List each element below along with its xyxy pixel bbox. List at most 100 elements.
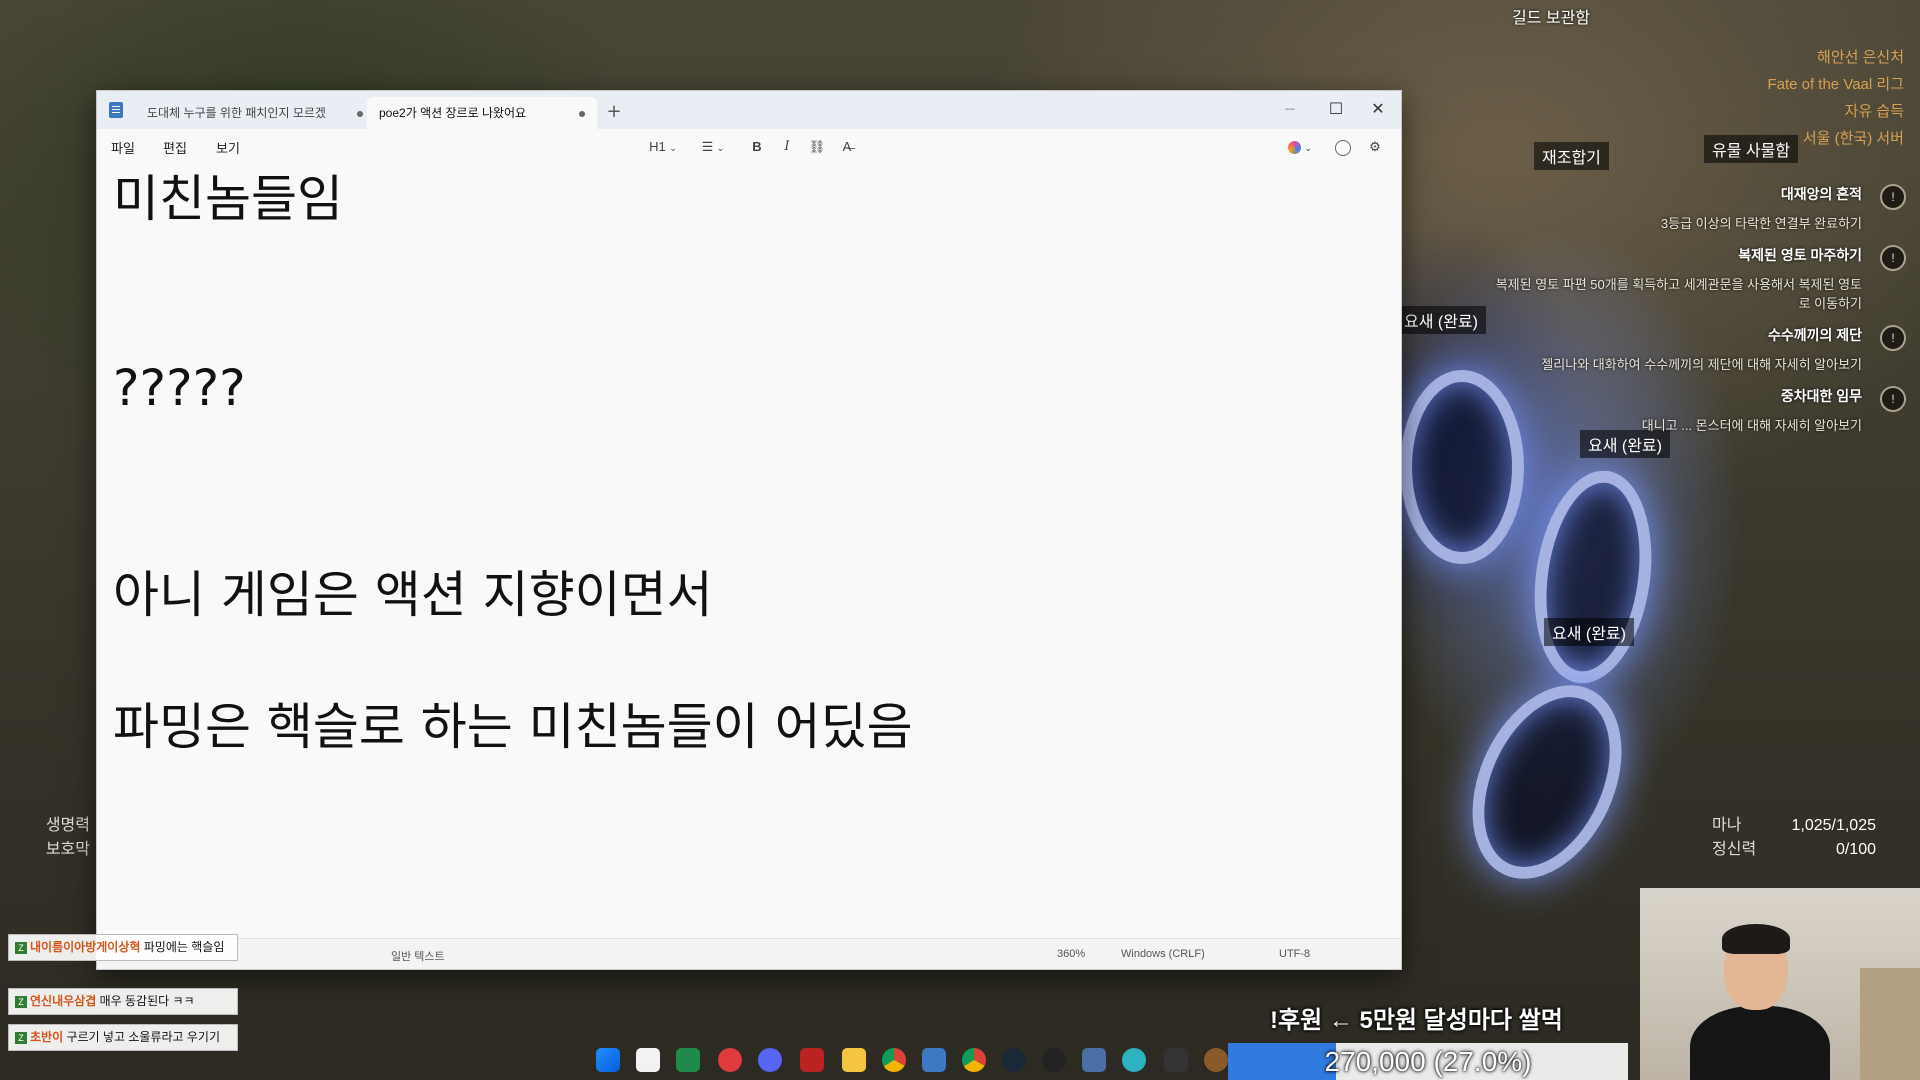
heading-label: H1 [649, 139, 666, 154]
voicemeeter-icon[interactable] [800, 1048, 824, 1072]
close-button[interactable]: ✕ [1355, 91, 1401, 129]
notepad-window[interactable]: 도대체 누구를 위한 패치인지 모르겠 poe2가 액션 장르로 나왔어요 + … [96, 90, 1402, 970]
chat-text: 구르기 넣고 소울류라고 우기기 [66, 1030, 220, 1044]
quest-tracker: ! 대재앙의 흔적 3등급 이상의 타락한 연결부 완료하기 ! 복제된 영토 … [1346, 184, 1906, 447]
unsaved-dot-icon [357, 111, 363, 117]
title-bar[interactable]: 도대체 누구를 위한 패치인지 모르겠 poe2가 액션 장르로 나왔어요 + … [97, 91, 1401, 129]
quest-item[interactable]: ! 중차대한 임무 대니고 ... 몬스터에 대해 자세히 알아보기 [1346, 386, 1906, 435]
calculator-icon[interactable] [1082, 1048, 1106, 1072]
file-icon[interactable] [636, 1048, 660, 1072]
line-ending[interactable]: Windows (CRLF) [1121, 948, 1205, 960]
quest-desc: 복제된 영토 파편 50개를 획득하고 세계관문을 사용해서 복제된 영토로 이… [1495, 277, 1862, 311]
quest-desc: 3등급 이상의 타락한 연결부 완료하기 [1660, 216, 1862, 231]
bold-button[interactable]: B [747, 137, 767, 157]
league-name: Fate of the Vaal 리그 [1767, 76, 1904, 93]
tab-poe2-action[interactable]: poe2가 액션 장르로 나왔어요 [367, 97, 597, 129]
chat-message: Z 연신내우삼겹 매우 동감된다 ㅋㅋ [8, 988, 238, 1015]
menu-view[interactable]: 보기 [216, 138, 240, 157]
quest-desc: 젤리나와 대화하여 수수께끼의 제단에 대해 자세히 알아보기 [1541, 357, 1862, 372]
chrome-icon[interactable] [882, 1048, 906, 1072]
quest-item[interactable]: ! 수수께끼의 제단 젤리나와 대화하여 수수께끼의 제단에 대해 자세히 알아… [1346, 325, 1906, 374]
subscriber-badge-icon: Z [15, 1031, 27, 1044]
chat-message: Z 초반이 구르기 넣고 소울류라고 우기기 [8, 1024, 238, 1051]
tab-label: 도대체 누구를 위한 패치인지 모르겠 [147, 106, 326, 120]
donation-progress-text: 270,000 (27.0%) [1324, 1046, 1532, 1077]
game-launcher-icon[interactable] [1042, 1048, 1066, 1072]
editor-line: 미친놈들임 [113, 170, 343, 228]
tab-patch-note[interactable]: 도대체 누구를 위한 패치인지 모르겠 [135, 97, 375, 129]
folder-icon[interactable] [842, 1048, 866, 1072]
chat-text: 파밍에는 핵슬임 [143, 940, 225, 954]
browser-icon[interactable] [1122, 1048, 1146, 1072]
notepad-app-icon [109, 102, 123, 118]
editor-line: 파밍은 핵슬로 하는 미친놈들이 어딨음 [113, 698, 913, 756]
quest-info-icon[interactable]: ! [1880, 184, 1906, 210]
quest-info-icon[interactable]: ! [1880, 325, 1906, 351]
heading-dropdown[interactable]: H1 ⌄ [645, 137, 681, 157]
steam-icon[interactable] [1002, 1048, 1026, 1072]
chat-username: 내이름이아방게이상혁 [30, 940, 141, 954]
waypoint-label[interactable]: 요새 (완료) [1544, 618, 1634, 646]
excel-icon[interactable] [676, 1048, 700, 1072]
streamer [1690, 924, 1830, 1080]
spirit-value: 0/100 [1835, 841, 1876, 858]
spirit-label: 정신력 [1712, 841, 1757, 858]
zoom-level[interactable]: 360% [1057, 948, 1085, 960]
energy-shield-label: 보호막 [45, 841, 90, 858]
editor-line: ????? [113, 359, 246, 417]
maximize-button[interactable]: ☐ [1313, 91, 1359, 129]
quest-info-icon[interactable]: ! [1880, 245, 1906, 271]
chrome-icon[interactable] [962, 1048, 986, 1072]
quest-info-icon[interactable]: ! [1880, 386, 1906, 412]
loot-mode: 자유 습득 [1844, 103, 1904, 120]
account-button[interactable] [1333, 137, 1353, 157]
crafting-bench-label[interactable]: 재조합기 [1534, 142, 1609, 170]
quest-title: 중차대한 임무 [1780, 388, 1862, 404]
list-icon: ☰ [701, 139, 714, 154]
donation-note: !후원 ← 5만원 달성마다 쌀먹 [1270, 1007, 1563, 1034]
server-region: 서울 (한국) 서버 [1802, 130, 1904, 147]
chair [1860, 968, 1920, 1080]
link-button[interactable]: ⛓ [807, 137, 827, 157]
discord-icon[interactable] [758, 1048, 782, 1072]
taskbar [580, 1038, 1280, 1080]
chat-message: Z 내이름이아방게이상혁 파밍에는 핵슬임 [8, 934, 238, 961]
server-info: 해안선 은신처 Fate of the Vaal 리그 자유 습득 서울 (한국… [1767, 44, 1904, 152]
encoding[interactable]: UTF-8 [1279, 948, 1310, 960]
copilot-icon [1287, 141, 1301, 155]
text-editor[interactable]: 미친놈들임 ????? 아니 게임은 액션 지향이면서 파밍은 핵슬로 하는 미… [97, 165, 1401, 939]
right-stats: 마나 1,025/1,025 정신력 0/100 [1712, 814, 1876, 862]
clapper-icon[interactable] [1164, 1048, 1188, 1072]
notepad-icon[interactable] [922, 1048, 946, 1072]
italic-button[interactable]: I [777, 137, 797, 157]
account-icon [1335, 139, 1351, 156]
webcam-overlay [1640, 888, 1920, 1080]
menu-edit[interactable]: 편집 [163, 138, 187, 157]
guild-storage-label[interactable]: 길드 보관함 [1504, 2, 1598, 30]
chat-username: 연신내우삼겹 [30, 994, 97, 1008]
minimize-button[interactable]: — [1267, 91, 1313, 129]
left-stats: 생명력 보호막 [44, 814, 90, 862]
chat-username: 초반이 [30, 1030, 64, 1044]
settings-button[interactable]: ⚙ [1365, 137, 1385, 157]
streamer-body [1690, 1006, 1830, 1080]
mana-label: 마나 [1712, 817, 1742, 834]
windows-start-icon[interactable] [596, 1048, 620, 1072]
streamer-hair [1722, 924, 1790, 954]
quest-item[interactable]: ! 복제된 영토 마주하기 복제된 영토 파편 50개를 획득하고 세계관문을 … [1346, 245, 1906, 313]
tab-label: poe2가 액션 장르로 나왔어요 [379, 106, 527, 120]
copilot-button[interactable]: ⌄ [1283, 137, 1317, 157]
new-tab-button[interactable]: + [599, 97, 629, 127]
chevron-down-icon: ⌄ [669, 143, 677, 153]
list-dropdown[interactable]: ☰ ⌄ [695, 137, 731, 157]
app-icon[interactable] [1204, 1048, 1228, 1072]
menu-file[interactable]: 파일 [111, 138, 135, 157]
mana-value: 1,025/1,025 [1791, 817, 1876, 834]
text-type[interactable]: 일반 텍스트 [391, 948, 445, 964]
pdf-icon[interactable] [718, 1048, 742, 1072]
clear-format-button[interactable]: A̶ [837, 137, 857, 157]
gear-icon: ⚙ [1369, 139, 1381, 154]
quest-item[interactable]: ! 대재앙의 흔적 3등급 이상의 타락한 연결부 완료하기 [1346, 184, 1906, 233]
hideout-name: 해안선 은신처 [1817, 49, 1904, 66]
editor-line: 아니 게임은 액션 지향이면서 [113, 566, 713, 624]
